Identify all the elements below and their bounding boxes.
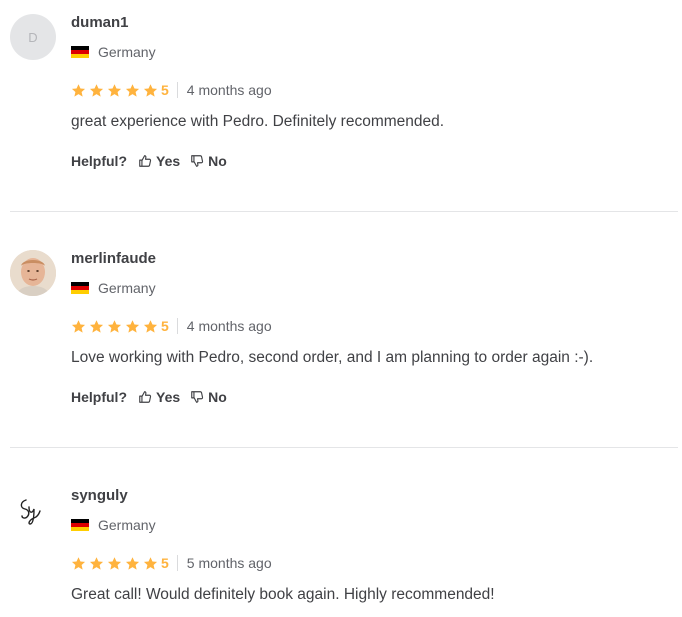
review-time: 4 months ago: [186, 82, 272, 98]
star-icon: [107, 319, 122, 333]
star-icon: [143, 556, 158, 570]
rating-row: 5 4 months ago: [71, 317, 272, 335]
avatar[interactable]: [10, 487, 56, 533]
avatar[interactable]: [10, 250, 56, 296]
star-icon: [143, 83, 158, 97]
star-icon: [107, 556, 122, 570]
star-rating: [71, 556, 161, 571]
rating-score: 5: [161, 555, 169, 571]
star-icon: [107, 83, 122, 97]
helpful-row: Helpful? Yes No: [71, 153, 237, 169]
username[interactable]: duman1: [71, 14, 129, 31]
review-comment: great experience with Pedro. Definitely …: [71, 113, 445, 130]
helpful-label: Helpful?: [71, 389, 127, 405]
helpful-no-button[interactable]: No: [190, 153, 227, 169]
star-icon: [71, 556, 86, 570]
rating-score: 5: [161, 318, 169, 334]
no-label: No: [208, 153, 227, 169]
country-name: Germany: [98, 44, 156, 60]
yes-label: Yes: [156, 153, 181, 169]
star-icon: [143, 319, 158, 333]
star-icon: [125, 319, 140, 333]
star-icon: [89, 556, 104, 570]
country-name: Germany: [98, 517, 156, 533]
star-icon: [125, 556, 140, 570]
reviews-list: D duman1 Germany 5 4 months ago great ex…: [0, 0, 682, 617]
rating-score: 5: [161, 82, 169, 98]
star-icon: [71, 83, 86, 97]
review-comment: Love working with Pedro, second order, a…: [71, 349, 594, 366]
username[interactable]: merlinfaude: [71, 250, 156, 267]
helpful-row: Helpful? Yes No: [71, 389, 237, 405]
star-icon: [89, 83, 104, 97]
helpful-no-button[interactable]: No: [190, 389, 227, 405]
star-icon: [125, 83, 140, 97]
user-photo-icon: [10, 250, 56, 296]
germany-flag-icon: [71, 518, 89, 532]
country-name: Germany: [98, 280, 156, 296]
country-row: Germany: [71, 280, 156, 296]
star-rating: [71, 319, 161, 334]
username[interactable]: synguly: [71, 487, 128, 504]
helpful-yes-button[interactable]: Yes: [138, 153, 180, 169]
no-label: No: [208, 389, 227, 405]
divider: [176, 555, 178, 571]
thumbs-up-icon: [139, 155, 152, 167]
yes-label: Yes: [156, 389, 181, 405]
avatar-initial: D: [28, 29, 38, 45]
divider: [176, 82, 178, 98]
country-row: Germany: [71, 44, 156, 60]
country-row: Germany: [71, 517, 156, 533]
review-divider: [10, 447, 678, 448]
divider: [176, 318, 178, 334]
germany-flag-icon: [71, 45, 89, 59]
avatar[interactable]: D: [10, 14, 56, 60]
star-rating: [71, 83, 161, 98]
thumbs-up-icon: [139, 391, 152, 403]
star-icon: [89, 319, 104, 333]
review-divider: [10, 211, 678, 212]
star-icon: [71, 319, 86, 333]
review-time: 4 months ago: [186, 318, 272, 334]
helpful-yes-button[interactable]: Yes: [138, 389, 180, 405]
thumbs-down-icon: [191, 391, 204, 403]
review-time: 5 months ago: [186, 555, 272, 571]
review-comment: Great call! Would definitely book again.…: [71, 586, 495, 603]
rating-row: 5 4 months ago: [71, 81, 272, 99]
signature-logo-icon: [20, 499, 41, 525]
germany-flag-icon: [71, 281, 89, 295]
rating-row: 5 5 months ago: [71, 554, 272, 572]
thumbs-down-icon: [191, 155, 204, 167]
helpful-label: Helpful?: [71, 153, 127, 169]
